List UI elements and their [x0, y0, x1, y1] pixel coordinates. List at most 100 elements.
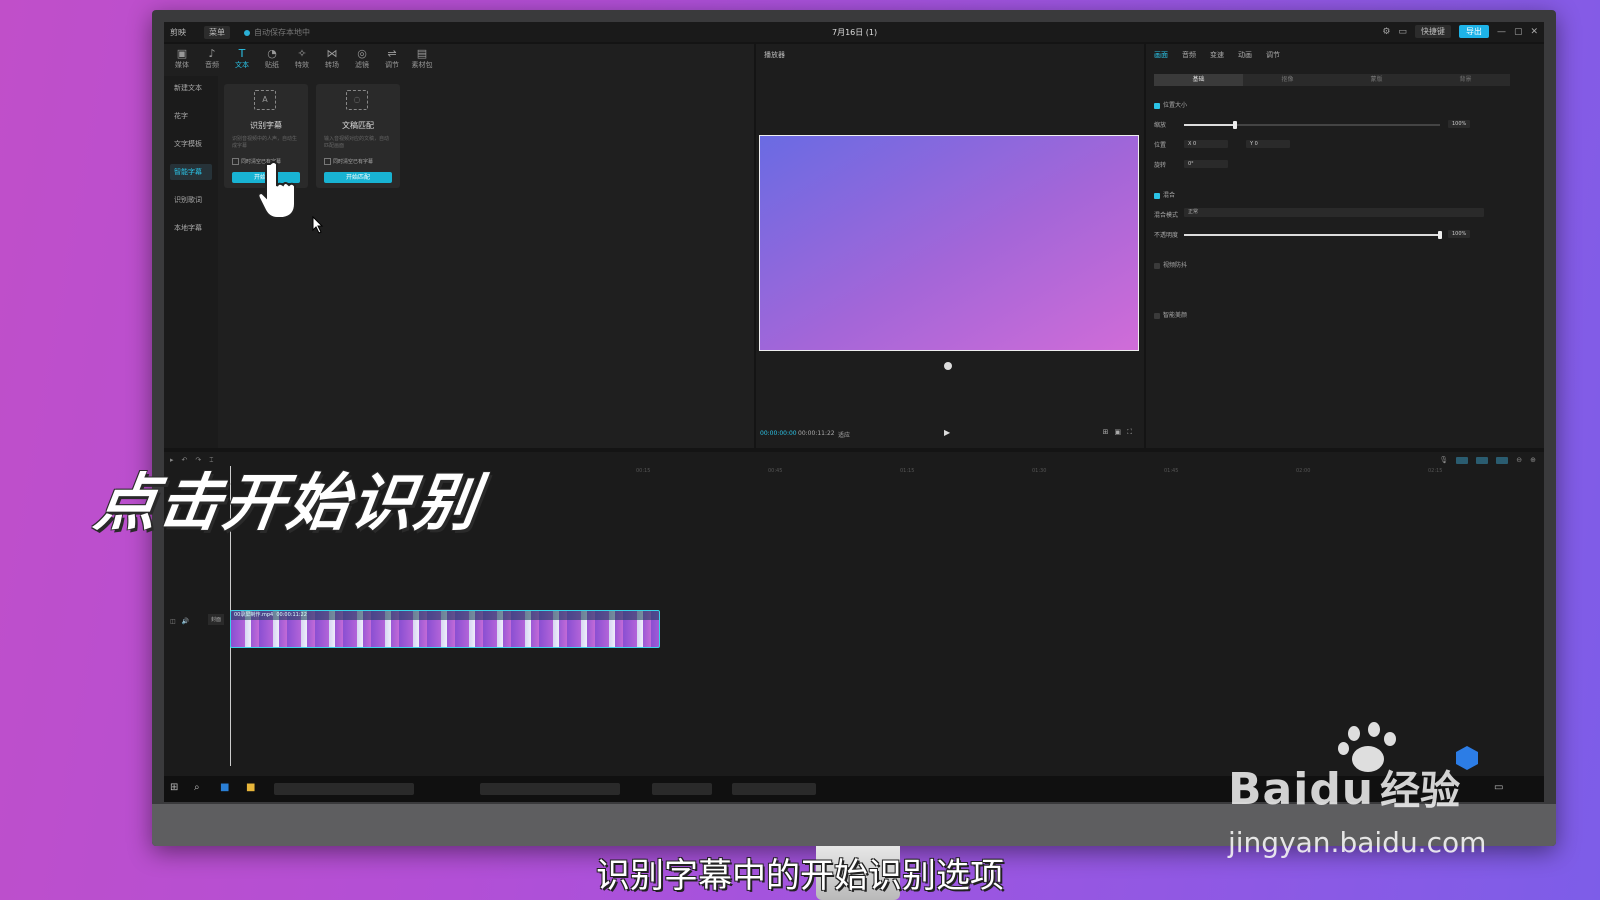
search-icon[interactable]: ⌕ — [194, 782, 200, 793]
volume-icon[interactable]: 🔊 — [182, 618, 195, 625]
tool-text[interactable]: T 文本 — [230, 44, 254, 76]
sticker-icon: ◔ — [267, 47, 277, 60]
start-match-button[interactable]: 开始匹配 — [324, 172, 392, 183]
card-description: 输入音视频对应的文稿，自动匹配画面 — [324, 136, 390, 149]
opacity-label: 不透明度 — [1154, 232, 1179, 239]
section-label: 智能美颜 — [1163, 312, 1188, 319]
checkbox-box[interactable] — [232, 158, 239, 165]
tool-sticker[interactable]: ◔ 贴纸 — [260, 44, 284, 76]
tool-adjust[interactable]: ⇌ 调节 — [380, 44, 404, 76]
taskbar-window[interactable] — [652, 783, 712, 795]
settings-icon[interactable]: ⚙ — [1382, 27, 1390, 37]
text-icon: T — [238, 47, 246, 60]
tool-label: 转场 — [325, 61, 339, 69]
tool-transition[interactable]: ⋈ 转场 — [320, 44, 344, 76]
card-description: 识别音视频中的人声，自动生成字幕 — [232, 136, 298, 149]
tab-adjust[interactable]: 调节 — [1266, 50, 1280, 60]
blend-mode-select[interactable]: 正常 — [1184, 208, 1484, 217]
mic-icon[interactable]: 🎙 — [1439, 456, 1448, 464]
preview-canvas[interactable] — [759, 135, 1139, 351]
crop-icon[interactable]: ⊞ — [1103, 428, 1115, 436]
sidebar-item-text-template[interactable]: 文字模板 — [170, 136, 212, 152]
clip-name: 00录屏制作.mp4 — [234, 612, 274, 618]
minimize-icon[interactable]: — — [1497, 27, 1506, 37]
tab-audio[interactable]: 音频 — [1182, 50, 1196, 60]
sidebar-item-fancy-text[interactable]: 花字 — [170, 108, 212, 124]
taskbar-window[interactable] — [480, 783, 620, 795]
ratio-icon[interactable]: ▣ — [1114, 428, 1127, 436]
folder-icon[interactable]: ■ — [246, 782, 255, 793]
section-checkbox[interactable] — [1154, 192, 1160, 199]
clip-header: 00录屏制作.mp4 00:00:11:22 — [231, 611, 659, 620]
opacity-knob[interactable] — [1438, 231, 1442, 239]
zoom-in-icon[interactable]: ⊕ — [1530, 456, 1536, 464]
tool-filter[interactable]: ◎ 滤镜 — [350, 44, 374, 76]
lock-icon[interactable]: ◫ — [170, 618, 182, 625]
play-icon[interactable]: ▶ — [944, 428, 950, 437]
browser-icon[interactable]: ■ — [220, 782, 229, 793]
sidebar-item-new-text[interactable]: 新建文本 — [170, 80, 212, 96]
layout-icon[interactable]: ▭ — [1398, 27, 1407, 37]
watermark-brand-suffix: du — [1309, 764, 1375, 815]
sidebar-item-lyrics[interactable]: 识别歌词 — [170, 192, 212, 208]
scale-value[interactable]: 100% — [1448, 120, 1471, 128]
taskbar-window[interactable] — [732, 783, 816, 795]
ruler-tick: 02:15 — [1428, 468, 1443, 474]
sync-icon — [244, 29, 250, 36]
section-checkbox[interactable] — [1154, 312, 1160, 319]
cover-button[interactable]: 封面 — [208, 614, 225, 625]
opacity-value[interactable]: 100% — [1448, 230, 1471, 238]
subtab-mask[interactable]: 蒙版 — [1332, 74, 1421, 86]
export-button[interactable]: 导出 — [1458, 25, 1489, 38]
section-checkbox[interactable] — [1154, 262, 1160, 269]
tool-effects[interactable]: ✧ 特效 — [290, 44, 314, 76]
tab-speed[interactable]: 变速 — [1210, 50, 1224, 60]
tab-picture[interactable]: 画面 — [1154, 50, 1168, 60]
rotation-field[interactable]: 0° — [1184, 160, 1228, 168]
sidebar-item-smart-caption[interactable]: 智能字幕 — [170, 164, 212, 180]
opacity-slider[interactable] — [1184, 231, 1442, 239]
section-label: 混合 — [1163, 192, 1176, 199]
sidebar-item-local-caption[interactable]: 本地字幕 — [170, 220, 212, 236]
tool-package[interactable]: ▤ 素材包 — [410, 44, 434, 76]
subtab-matting[interactable]: 抠像 — [1243, 74, 1332, 86]
fullscreen-icon[interactable]: ⛶ — [1127, 428, 1138, 436]
tool-media[interactable]: ▣ 媒体 — [170, 44, 194, 76]
adjust-icon: ⇌ — [387, 47, 397, 60]
maximize-icon[interactable]: ▢ — [1514, 27, 1523, 37]
blend-section[interactable]: 混合 — [1154, 190, 1175, 199]
taskbar-apps[interactable] — [274, 783, 414, 795]
rotate-handle-icon[interactable] — [944, 362, 952, 370]
ratio-select[interactable]: 适应 — [838, 430, 850, 439]
position-size-section[interactable]: 位置大小 — [1154, 100, 1187, 109]
subtab-basic[interactable]: 基础 — [1154, 74, 1243, 86]
scale-knob[interactable] — [1233, 121, 1238, 129]
shortcut-button[interactable]: 快捷键 — [1414, 25, 1451, 38]
stabilize-section[interactable]: 视频防抖 — [1154, 260, 1187, 269]
section-checkbox[interactable] — [1154, 102, 1160, 109]
opacity-fill — [1184, 234, 1440, 236]
tab-animation[interactable]: 动画 — [1238, 50, 1252, 60]
clear-captions-checkbox[interactable]: 同时清空已有字幕 — [324, 158, 373, 165]
subtab-background[interactable]: 背景 — [1421, 74, 1510, 86]
beauty-section[interactable]: 智能美颜 — [1154, 310, 1187, 319]
position-x-field[interactable]: X 0 — [1184, 140, 1228, 148]
ruler-tick: 01:15 — [900, 468, 915, 474]
snap-toggle[interactable] — [1456, 456, 1469, 464]
filter-icon: ◎ — [357, 47, 367, 60]
zoom-out-icon[interactable]: ⊖ — [1516, 456, 1522, 464]
scale-slider[interactable] — [1184, 121, 1440, 129]
preview-toggle[interactable] — [1496, 456, 1509, 464]
position-y-field[interactable]: Y 0 — [1246, 140, 1290, 148]
video-clip[interactable]: 00录屏制作.mp4 00:00:11:22 — [230, 610, 660, 648]
autosave-status: 自动保存本地中 — [244, 27, 310, 38]
close-icon[interactable]: ✕ — [1530, 27, 1538, 37]
menu-button[interactable]: 菜单 — [204, 26, 230, 39]
ruler-tick: 00:45 — [768, 468, 783, 474]
media-panel: ▣ 媒体 ♪ 音频 T 文本 ◔ 贴纸 ✧ 特效 ⋈ 转场 ◎ 滤镜 ⇌ 调节 ▤ 素材包 新建文… — [164, 44, 754, 448]
link-toggle[interactable] — [1476, 456, 1489, 464]
tool-audio[interactable]: ♪ 音频 — [200, 44, 224, 76]
checkbox-box[interactable] — [324, 158, 331, 165]
notification-icon[interactable]: ▭ — [1494, 782, 1503, 793]
start-icon[interactable]: ⊞ — [170, 782, 178, 793]
